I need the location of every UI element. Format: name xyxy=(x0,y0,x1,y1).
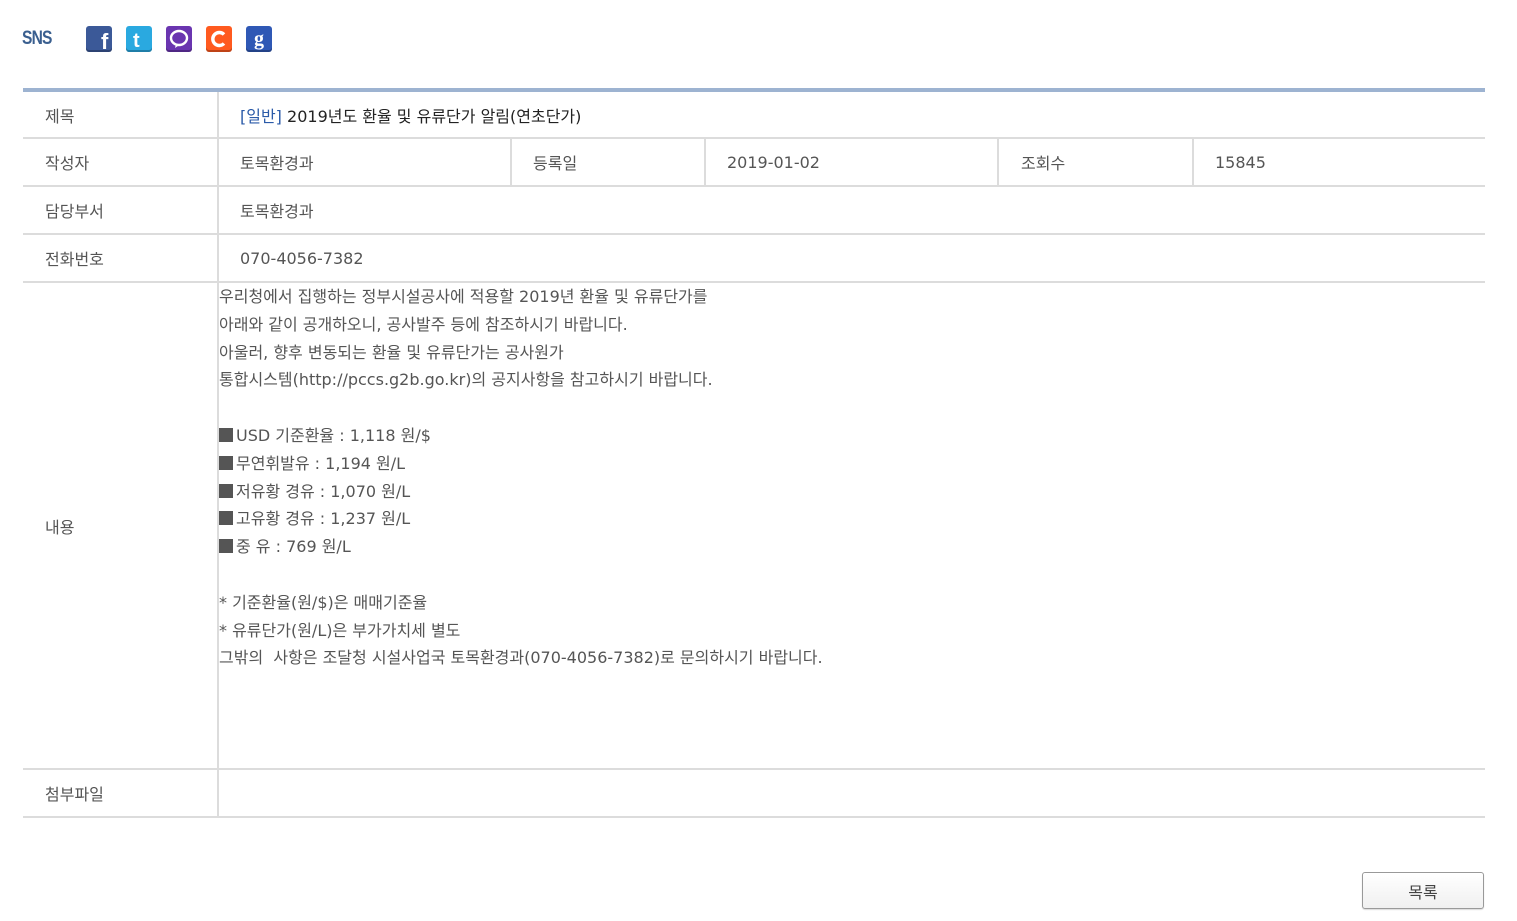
content-line: 통합시스템(http://pccs.g2b.go.kr)의 공지사항을 참고하시… xyxy=(219,370,713,390)
content-bullet: 무연휘발유 : 1,194 원/L xyxy=(219,450,1485,478)
google-icon[interactable]: g xyxy=(246,26,272,52)
date-label: 등록일 xyxy=(511,138,706,187)
content-line: 그밖의 사항은 조달청 시설사업국 토목환경과(070-4056-7382)로 … xyxy=(219,648,823,668)
content-line: 아울러, 향후 변동되는 환율 및 유류단가는 공사원가 xyxy=(219,342,564,362)
bullet-text: 무연휘발유 : 1,194 원/L xyxy=(236,453,406,473)
category-tag: [일반] xyxy=(240,106,282,126)
square-bullet-icon xyxy=(219,427,233,442)
svg-text:t: t xyxy=(133,30,140,52)
phone-value: 070-4056-7382 xyxy=(218,234,1486,283)
phone-row: 전화번호 070-4056-7382 xyxy=(23,234,1486,283)
phone-label: 전화번호 xyxy=(23,234,219,283)
bullet-text: 중 유 : 769 원/L xyxy=(236,537,351,557)
author-value: 토목환경과 xyxy=(218,138,512,187)
square-bullet-icon xyxy=(219,539,233,554)
content-bullet: 고유황 경유 : 1,237 원/L xyxy=(219,505,1485,533)
post-content: 우리청에서 집행하는 정부시설공사에 적용할 2019년 환율 및 유류단가를 … xyxy=(218,282,1486,770)
content-row: 내용 우리청에서 집행하는 정부시설공사에 적용할 2019년 환율 및 유류단… xyxy=(23,282,1486,770)
facebook-icon[interactable]: f xyxy=(86,26,112,52)
author-label: 작성자 xyxy=(23,138,219,187)
date-value: 2019-01-02 xyxy=(705,138,999,187)
content-label: 내용 xyxy=(23,282,219,770)
content-bullet: USD 기준환율 : 1,118 원/$ xyxy=(219,422,1485,450)
attachment-value xyxy=(218,769,1486,818)
meta-row: 작성자 토목환경과 등록일 2019-01-02 조회수 15845 xyxy=(23,138,1486,187)
sns-label: SNS xyxy=(22,28,52,49)
content-bullet: 중 유 : 769 원/L xyxy=(219,533,1485,561)
title-row: 제목 [일반] 2019년도 환율 및 유류단가 알림(연초단가) xyxy=(23,90,1486,139)
bullet-text: 고유황 경유 : 1,237 원/L xyxy=(236,509,411,529)
content-line: * 유류단가(원/L)은 부가가치세 별도 xyxy=(219,620,461,640)
content-line: 우리청에서 집행하는 정부시설공사에 적용할 2019년 환율 및 유류단가를 xyxy=(219,287,708,306)
title-cell: [일반] 2019년도 환율 및 유류단가 알림(연초단가) xyxy=(218,90,1486,139)
views-label: 조회수 xyxy=(998,138,1194,187)
square-bullet-icon xyxy=(219,511,233,526)
svg-text:g: g xyxy=(254,28,264,50)
content-line: * 기준환율(원/$)은 매매기준율 xyxy=(219,592,428,612)
attachment-row: 첨부파일 xyxy=(23,769,1486,818)
content-bullet: 저유황 경유 : 1,070 원/L xyxy=(219,478,1485,506)
kakaotalk-icon[interactable] xyxy=(166,26,192,52)
department-label: 담당부서 xyxy=(23,186,219,235)
square-bullet-icon xyxy=(219,483,233,498)
post-title: 2019년도 환율 및 유류단가 알림(연초단가) xyxy=(287,106,582,126)
title-label: 제목 xyxy=(23,90,219,139)
svg-text:f: f xyxy=(101,29,109,52)
department-value: 토목환경과 xyxy=(218,186,1486,235)
content-line xyxy=(219,394,1485,422)
views-value: 15845 xyxy=(1193,138,1486,187)
content-line: 아래와 같이 공개하오니, 공사발주 등에 참조하시기 바랍니다. xyxy=(219,314,628,334)
content-line xyxy=(219,561,1485,589)
attachment-label: 첨부파일 xyxy=(23,769,219,818)
sns-share-bar: SNS f t g xyxy=(22,24,286,54)
bullet-text: 저유황 경유 : 1,070 원/L xyxy=(236,481,411,501)
bullet-text: USD 기준환율 : 1,118 원/$ xyxy=(236,425,431,445)
department-row: 담당부서 토목환경과 xyxy=(23,186,1486,235)
list-button[interactable]: 목록 xyxy=(1362,872,1484,909)
square-bullet-icon xyxy=(219,455,233,470)
c-share-icon[interactable] xyxy=(206,26,232,52)
twitter-icon[interactable]: t xyxy=(126,26,152,52)
post-detail-table: 제목 [일반] 2019년도 환율 및 유류단가 알림(연초단가) 작성자 토목… xyxy=(23,88,1486,818)
